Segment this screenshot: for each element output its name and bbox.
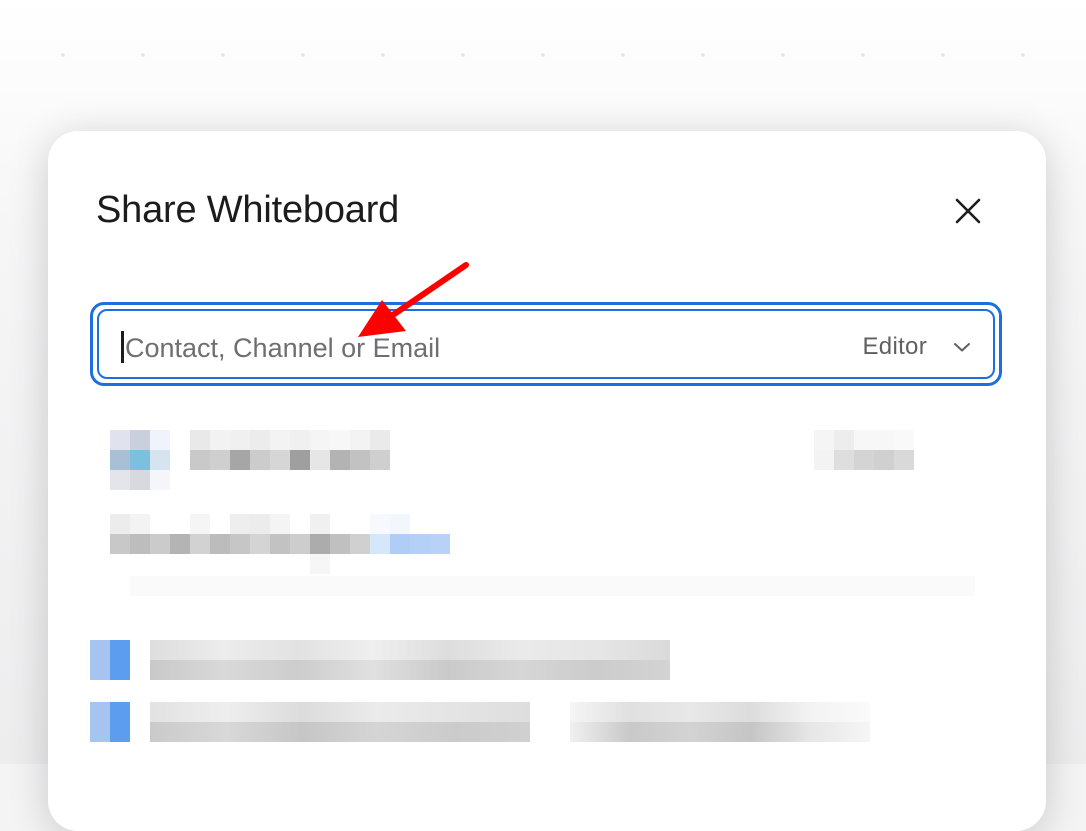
role-select[interactable]: Editor — [863, 327, 972, 367]
share-dialog: Share Whiteboard Editor — [48, 131, 1046, 831]
role-select-label: Editor — [862, 333, 927, 360]
dialog-title: Share Whiteboard — [96, 189, 400, 231]
close-button[interactable] — [946, 189, 990, 233]
backdrop-dot-grid — [0, 0, 1086, 110]
close-icon — [955, 198, 981, 224]
share-input-container: Editor — [90, 302, 1002, 386]
chevron-down-icon — [954, 343, 970, 352]
contact-search-input[interactable] — [123, 329, 827, 367]
